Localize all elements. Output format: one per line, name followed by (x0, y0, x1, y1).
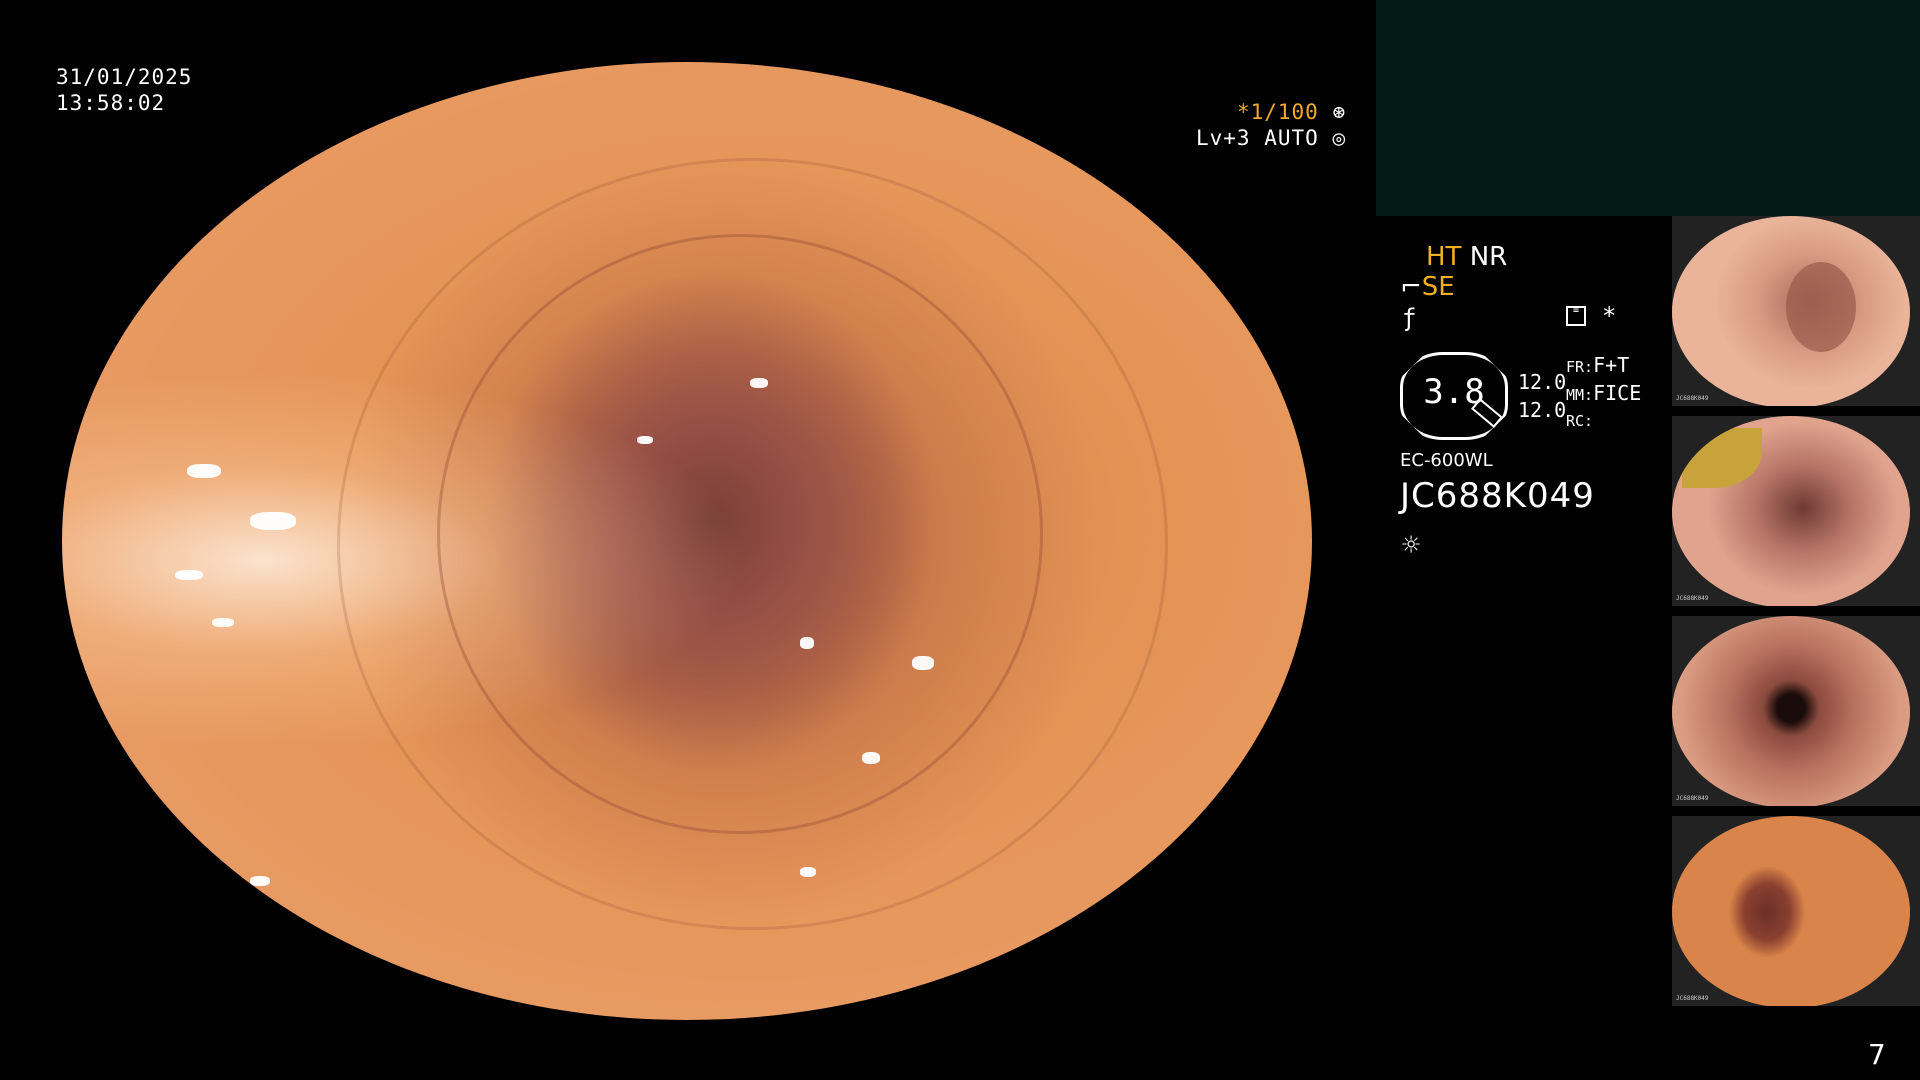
thumbnail-caption: JC688K049 (1676, 995, 1709, 1002)
endoscope-main-view (62, 62, 1312, 1020)
mucosal-fold (337, 157, 1168, 931)
thumbnail-caption: JC688K049 (1676, 395, 1709, 402)
specular-highlight (749, 378, 768, 389)
specular-highlight (249, 876, 270, 887)
value-2: 12.0 (1518, 398, 1567, 422)
light-source-icon: ☼ (1402, 528, 1421, 563)
scope-info-panel: HT NR ⌐SE ƒ ≡ * 3.8 12.0 12.0 FR:F+T MM:… (1398, 238, 1698, 568)
enhancement-status: HT NR (1426, 242, 1507, 272)
mode-labels: FR:F+T MM:FICE RC: (1566, 352, 1641, 434)
structure-enhance-status: ⌐SE (1400, 272, 1455, 302)
thumbnail-caption: JC688K049 (1676, 595, 1709, 602)
mm-value: FICE (1593, 381, 1642, 405)
value-1: 12.0 (1518, 370, 1567, 394)
thumbnail-image (1672, 816, 1910, 1006)
specular-highlight (637, 435, 653, 444)
star-icon: * (1602, 302, 1617, 330)
specular-highlight (912, 655, 934, 670)
zoom-value: 3.8 (1423, 372, 1485, 412)
specular-highlight (212, 617, 234, 627)
aperture-icon: ⊛ (1332, 100, 1347, 124)
capture-thumbnail[interactable]: JC688K049 (1672, 416, 1920, 606)
menu-icon: ≡ (1566, 306, 1586, 326)
structure-enhance-icon: ⌐ (1400, 272, 1422, 302)
specular-highlight (187, 464, 221, 479)
thumbnail-image (1672, 616, 1910, 806)
nr-label: NR (1469, 242, 1508, 272)
page-number: 7 (1868, 1038, 1886, 1071)
capture-thumbnail[interactable]: JC688K049 (1672, 216, 1920, 406)
thumbnail-image (1672, 416, 1910, 606)
capture-thumbnail[interactable]: JC688K049 (1672, 816, 1920, 1006)
specular-highlight (249, 512, 296, 531)
specular-highlight (799, 636, 814, 649)
scope-model-text: EC-600WL (1400, 450, 1493, 471)
se-label: SE (1421, 272, 1455, 302)
time-text: 13:58:02 (56, 91, 166, 115)
exposure-readout: *1/100 ⊛ Lv+3 AUTO ◎ (1196, 99, 1346, 151)
top-right-panel (1376, 0, 1920, 216)
thumbnail-image (1672, 216, 1910, 406)
scope-serial-text: JC688K049 (1400, 476, 1595, 516)
specular-highlight (862, 751, 880, 764)
ht-label: HT (1426, 242, 1462, 272)
fr-label: FR: (1566, 358, 1594, 376)
level-text: Lv+3 AUTO (1196, 126, 1319, 150)
specular-highlight (799, 866, 816, 877)
fr-value: F+T (1593, 353, 1630, 377)
mm-label: MM: (1566, 386, 1594, 404)
rc-label: RC: (1566, 412, 1594, 430)
shutter-speed-text: *1/100 (1236, 100, 1319, 124)
date-time-readout: 31/01/2025 13:58:02 (56, 64, 192, 116)
value-column: 12.0 12.0 (1518, 368, 1566, 424)
date-text: 31/01/2025 (56, 65, 193, 89)
iris-icon: ◎ (1332, 126, 1347, 150)
thumbnail-caption: JC688K049 (1676, 795, 1709, 802)
function-icon: ƒ (1402, 304, 1417, 332)
specular-highlight (174, 569, 203, 580)
capture-thumbnail[interactable]: JC688K049 (1672, 616, 1920, 806)
